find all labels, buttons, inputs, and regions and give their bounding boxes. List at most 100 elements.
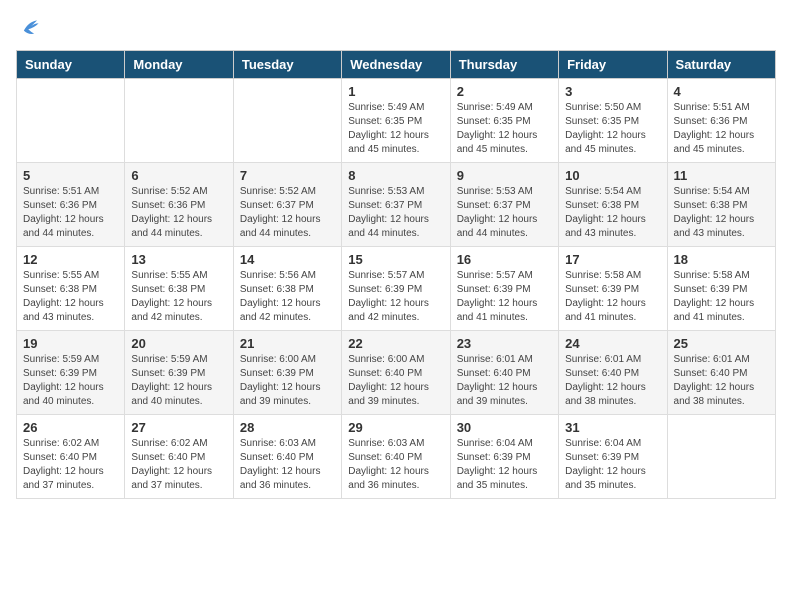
logo-bird-icon — [18, 16, 40, 38]
day-info: Sunrise: 5:57 AM Sunset: 6:39 PM Dayligh… — [457, 269, 552, 325]
day-number: 27 — [131, 420, 226, 435]
calendar-cell: 21Sunrise: 6:00 AM Sunset: 6:39 PM Dayli… — [233, 331, 341, 415]
day-number: 17 — [565, 252, 660, 267]
calendar-week-row: 26 Sunrise: 6:02 AM Sunset: 6:40 PM Dayli… — [17, 415, 776, 499]
page-header — [16, 16, 776, 38]
day-info: Sunrise: 5:51 AM Sunset: 6:36 PM Dayligh… — [674, 101, 769, 157]
day-info: Sunrise: 5:51 AM Sunset: 6:36 PM Dayligh… — [23, 185, 118, 241]
calendar-cell: 28 Sunrise: 6:03 AM Sunset: 6:40 PM Dayli… — [233, 415, 341, 499]
day-number: 31 — [565, 420, 660, 435]
calendar-cell: 5 Sunrise: 5:51 AM Sunset: 6:36 PM Daylig… — [17, 163, 125, 247]
day-number: 29 — [348, 420, 443, 435]
calendar-table: SundayMondayTuesdayWednesdayThursdayFrid… — [16, 50, 776, 499]
calendar-cell: 17 Sunrise: 5:58 AM Sunset: 6:39 PM Dayli… — [559, 247, 667, 331]
day-info: Sunrise: 5:52 AM Sunset: 6:36 PM Dayligh… — [131, 185, 226, 241]
day-number: 20 — [131, 336, 226, 351]
day-info: Sunrise: 5:49 AM Sunset: 6:35 PM Dayligh… — [457, 101, 552, 157]
calendar-cell: 4Sunrise: 5:51 AM Sunset: 6:36 PM Daylig… — [667, 79, 775, 163]
day-info: Sunrise: 6:00 AM Sunset: 6:40 PM Dayligh… — [348, 353, 443, 409]
day-number: 28 — [240, 420, 335, 435]
calendar-week-row: 19 Sunrise: 5:59 AM Sunset: 6:39 PM Dayli… — [17, 331, 776, 415]
day-info: Sunrise: 6:01 AM Sunset: 6:40 PM Dayligh… — [674, 353, 769, 409]
day-info: Sunrise: 6:01 AM Sunset: 6:40 PM Dayligh… — [457, 353, 552, 409]
calendar-cell: 18Sunrise: 5:58 AM Sunset: 6:39 PM Dayli… — [667, 247, 775, 331]
day-info: Sunrise: 6:03 AM Sunset: 6:40 PM Dayligh… — [348, 437, 443, 493]
day-info: Sunrise: 5:59 AM Sunset: 6:39 PM Dayligh… — [23, 353, 118, 409]
day-number: 25 — [674, 336, 769, 351]
calendar-cell: 7 Sunrise: 5:52 AM Sunset: 6:37 PM Daylig… — [233, 163, 341, 247]
day-number: 19 — [23, 336, 118, 351]
day-number: 5 — [23, 168, 118, 183]
day-number: 24 — [565, 336, 660, 351]
calendar-cell: 23Sunrise: 6:01 AM Sunset: 6:40 PM Dayli… — [450, 331, 558, 415]
calendar-cell: 13Sunrise: 5:55 AM Sunset: 6:38 PM Dayli… — [125, 247, 233, 331]
calendar-cell — [233, 79, 341, 163]
calendar-cell: 25 Sunrise: 6:01 AM Sunset: 6:40 PM Dayli… — [667, 331, 775, 415]
day-info: Sunrise: 6:00 AM Sunset: 6:39 PM Dayligh… — [240, 353, 335, 409]
calendar-cell — [667, 415, 775, 499]
day-info: Sunrise: 6:02 AM Sunset: 6:40 PM Dayligh… — [23, 437, 118, 493]
calendar-cell — [17, 79, 125, 163]
logo — [16, 16, 40, 38]
day-info: Sunrise: 5:55 AM Sunset: 6:38 PM Dayligh… — [23, 269, 118, 325]
calendar-cell: 31 Sunrise: 6:04 AM Sunset: 6:39 PM Dayli… — [559, 415, 667, 499]
day-number: 2 — [457, 84, 552, 99]
day-number: 9 — [457, 168, 552, 183]
day-header-sunday: Sunday — [17, 51, 125, 79]
day-info: Sunrise: 6:02 AM Sunset: 6:40 PM Dayligh… — [131, 437, 226, 493]
calendar-cell: 27 Sunrise: 6:02 AM Sunset: 6:40 PM Dayli… — [125, 415, 233, 499]
day-info: Sunrise: 5:58 AM Sunset: 6:39 PM Dayligh… — [565, 269, 660, 325]
day-number: 12 — [23, 252, 118, 267]
day-number: 26 — [23, 420, 118, 435]
calendar-cell: 12 Sunrise: 5:55 AM Sunset: 6:38 PM Dayli… — [17, 247, 125, 331]
calendar-cell: 30 Sunrise: 6:04 AM Sunset: 6:39 PM Dayli… — [450, 415, 558, 499]
day-info: Sunrise: 5:59 AM Sunset: 6:39 PM Dayligh… — [131, 353, 226, 409]
day-info: Sunrise: 5:55 AM Sunset: 6:38 PM Dayligh… — [131, 269, 226, 325]
calendar-week-row: 12 Sunrise: 5:55 AM Sunset: 6:38 PM Dayli… — [17, 247, 776, 331]
day-number: 14 — [240, 252, 335, 267]
day-info: Sunrise: 6:03 AM Sunset: 6:40 PM Dayligh… — [240, 437, 335, 493]
calendar-cell: 16 Sunrise: 5:57 AM Sunset: 6:39 PM Dayli… — [450, 247, 558, 331]
day-info: Sunrise: 5:53 AM Sunset: 6:37 PM Dayligh… — [348, 185, 443, 241]
day-number: 7 — [240, 168, 335, 183]
day-info: Sunrise: 5:50 AM Sunset: 6:35 PM Dayligh… — [565, 101, 660, 157]
calendar-cell: 11Sunrise: 5:54 AM Sunset: 6:38 PM Dayli… — [667, 163, 775, 247]
day-number: 6 — [131, 168, 226, 183]
day-info: Sunrise: 6:01 AM Sunset: 6:40 PM Dayligh… — [565, 353, 660, 409]
day-number: 10 — [565, 168, 660, 183]
calendar-cell: 1 Sunrise: 5:49 AM Sunset: 6:35 PM Daylig… — [342, 79, 450, 163]
day-number: 16 — [457, 252, 552, 267]
day-info: Sunrise: 5:49 AM Sunset: 6:35 PM Dayligh… — [348, 101, 443, 157]
calendar-cell: 3Sunrise: 5:50 AM Sunset: 6:35 PM Daylig… — [559, 79, 667, 163]
day-info: Sunrise: 6:04 AM Sunset: 6:39 PM Dayligh… — [565, 437, 660, 493]
calendar-cell: 15 Sunrise: 5:57 AM Sunset: 6:39 PM Dayli… — [342, 247, 450, 331]
day-info: Sunrise: 5:52 AM Sunset: 6:37 PM Dayligh… — [240, 185, 335, 241]
calendar-cell: 20 Sunrise: 5:59 AM Sunset: 6:39 PM Dayli… — [125, 331, 233, 415]
day-header-tuesday: Tuesday — [233, 51, 341, 79]
day-info: Sunrise: 5:58 AM Sunset: 6:39 PM Dayligh… — [674, 269, 769, 325]
calendar-cell: 9 Sunrise: 5:53 AM Sunset: 6:37 PM Daylig… — [450, 163, 558, 247]
calendar-cell: 26 Sunrise: 6:02 AM Sunset: 6:40 PM Dayli… — [17, 415, 125, 499]
calendar-cell: 6 Sunrise: 5:52 AM Sunset: 6:36 PM Daylig… — [125, 163, 233, 247]
day-info: Sunrise: 5:53 AM Sunset: 6:37 PM Dayligh… — [457, 185, 552, 241]
day-number: 1 — [348, 84, 443, 99]
calendar-cell: 29 Sunrise: 6:03 AM Sunset: 6:40 PM Dayli… — [342, 415, 450, 499]
day-header-wednesday: Wednesday — [342, 51, 450, 79]
calendar-cell — [125, 79, 233, 163]
day-info: Sunrise: 5:54 AM Sunset: 6:38 PM Dayligh… — [674, 185, 769, 241]
day-number: 15 — [348, 252, 443, 267]
day-header-thursday: Thursday — [450, 51, 558, 79]
day-info: Sunrise: 5:57 AM Sunset: 6:39 PM Dayligh… — [348, 269, 443, 325]
day-info: Sunrise: 5:56 AM Sunset: 6:38 PM Dayligh… — [240, 269, 335, 325]
calendar-cell: 14 Sunrise: 5:56 AM Sunset: 6:38 PM Dayli… — [233, 247, 341, 331]
calendar-week-row: 1 Sunrise: 5:49 AM Sunset: 6:35 PM Daylig… — [17, 79, 776, 163]
day-info: Sunrise: 6:04 AM Sunset: 6:39 PM Dayligh… — [457, 437, 552, 493]
day-header-saturday: Saturday — [667, 51, 775, 79]
calendar-cell: 10 Sunrise: 5:54 AM Sunset: 6:38 PM Dayli… — [559, 163, 667, 247]
day-number: 30 — [457, 420, 552, 435]
calendar-week-row: 5 Sunrise: 5:51 AM Sunset: 6:36 PM Daylig… — [17, 163, 776, 247]
day-number: 8 — [348, 168, 443, 183]
calendar-cell: 22Sunrise: 6:00 AM Sunset: 6:40 PM Dayli… — [342, 331, 450, 415]
calendar-header-row: SundayMondayTuesdayWednesdayThursdayFrid… — [17, 51, 776, 79]
day-info: Sunrise: 5:54 AM Sunset: 6:38 PM Dayligh… — [565, 185, 660, 241]
